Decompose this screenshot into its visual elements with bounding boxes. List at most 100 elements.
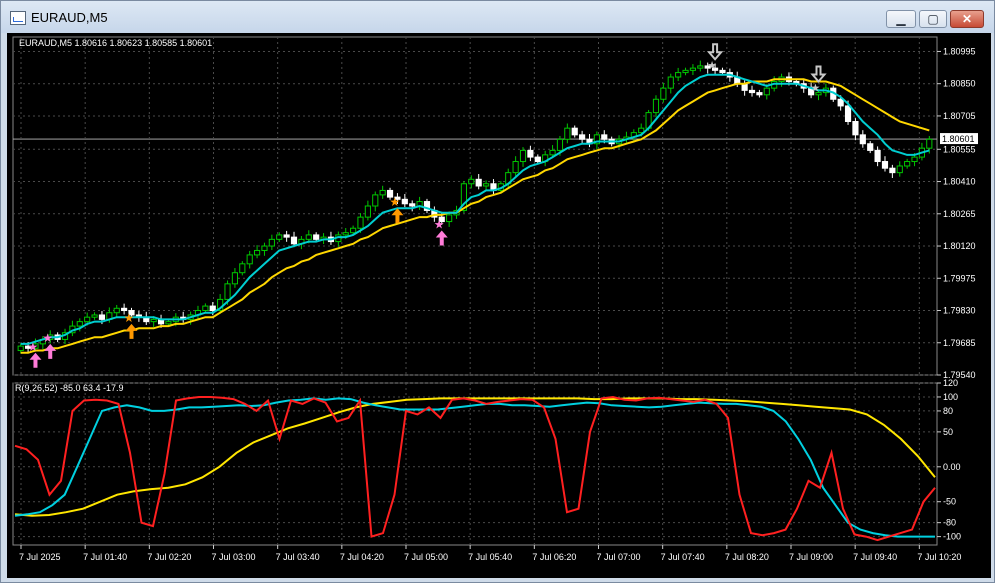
time-tick-label: 7 Jul 09:00 <box>789 552 833 562</box>
candle-body <box>874 149 881 163</box>
candle-body <box>564 127 571 140</box>
candle-body <box>268 238 275 247</box>
candle-body <box>844 105 852 123</box>
time-tick-label: 7 Jul 09:40 <box>853 552 897 562</box>
candle-body <box>748 89 756 94</box>
candle-body <box>239 263 246 274</box>
candle-body <box>571 127 578 136</box>
candle-body <box>305 234 312 240</box>
title-bar[interactable]: EURAUD,M5 ▁ ▢ ✕ <box>1 1 994 33</box>
slow-ma-line <box>20 78 930 354</box>
candle-body <box>350 227 357 234</box>
osc-fast-line <box>14 395 936 542</box>
candle-body <box>313 234 320 240</box>
candle-body <box>881 161 889 169</box>
candle-body <box>837 98 844 107</box>
candlestick-series <box>17 60 933 354</box>
price-tick-label: 1.80555 <box>943 144 976 154</box>
oscillator-lines <box>14 395 936 542</box>
candle-body <box>697 65 704 69</box>
time-tick-label: 7 Jul 05:00 <box>404 552 448 562</box>
sub-info-label: R(9,26,52) -85.0 63.4 -17.9 <box>15 383 124 393</box>
window-title: EURAUD,M5 <box>31 10 108 25</box>
time-tick-label: 7 Jul 02:20 <box>147 552 191 562</box>
buy-arrow-icon <box>44 343 57 359</box>
osc-tick-label: -50 <box>943 497 956 507</box>
signal-star-icon: ★ <box>707 60 717 72</box>
time-tick-label: 7 Jul 03:00 <box>212 552 256 562</box>
osc-tick-label: 120 <box>943 378 958 388</box>
time-tick-label: 7 Jul 2025 <box>19 552 61 562</box>
candle-body <box>867 143 874 151</box>
candle-body <box>756 92 763 96</box>
current-price-tag: 1.80601 <box>940 133 978 145</box>
price-tick-label: 1.80265 <box>943 209 976 219</box>
time-tick-label: 7 Jul 10:20 <box>917 552 961 562</box>
signal-star-icon: ★ <box>124 311 135 325</box>
candle-body <box>579 134 586 140</box>
candle-body <box>682 69 689 74</box>
candle-body <box>253 249 261 256</box>
signal-star-icon: ★ <box>434 217 445 231</box>
price-chart-svg[interactable]: ★★★★★★★ 1.809951.808501.807051.805551.80… <box>7 33 991 578</box>
candle-body <box>689 67 697 71</box>
candle-body <box>549 149 556 156</box>
candle-body <box>150 318 157 323</box>
osc-slow-line <box>14 397 936 517</box>
osc-tick-label: -80 <box>943 518 956 528</box>
candle-body <box>209 305 216 312</box>
chart-grid <box>12 36 938 546</box>
candle-body <box>165 321 172 325</box>
candle-body <box>409 203 416 207</box>
candle-body <box>667 76 674 89</box>
candle-body <box>675 72 682 78</box>
candle-body <box>896 165 903 174</box>
chart-window: EURAUD,M5 ▁ ▢ ✕ ★ ★ ★ ★ ★ ★ ★ 1.80995 1.80850 1.… <box>0 0 995 583</box>
candle-body <box>519 149 527 163</box>
osc-tick-label: 100 <box>943 392 958 402</box>
candle-body <box>17 345 24 352</box>
candle-body <box>357 216 364 229</box>
candle-body <box>926 138 933 149</box>
time-tick-label: 7 Jul 04:20 <box>340 552 384 562</box>
price-tick-label: 1.80410 <box>943 177 976 187</box>
candle-body <box>556 138 564 151</box>
candle-body <box>719 69 726 74</box>
candle-body <box>283 234 290 238</box>
osc-tick-label: 50 <box>943 427 953 437</box>
candle-body <box>482 183 490 187</box>
signal-star-icon: ★ <box>389 195 400 209</box>
candle-body <box>904 161 911 167</box>
signal-star-icon: ★ <box>27 340 38 354</box>
close-button[interactable]: ✕ <box>950 10 984 28</box>
maximize-button[interactable]: ▢ <box>919 10 947 28</box>
candle-body <box>379 189 386 196</box>
time-tick-label: 7 Jul 07:40 <box>661 552 705 562</box>
time-tick-label: 7 Jul 06:20 <box>532 552 576 562</box>
fast-ma-line <box>20 73 930 345</box>
candle-body <box>401 198 408 205</box>
price-tick-label: 1.80995 <box>943 46 976 56</box>
candle-body <box>246 254 253 265</box>
signal-star-icon: ★ <box>42 331 53 345</box>
signal-star-icon: ★ <box>811 82 821 94</box>
candle-body <box>91 314 98 318</box>
candle-body <box>261 245 268 251</box>
osc-tick-label: 80 <box>943 406 953 416</box>
candle-body <box>113 307 120 314</box>
sell-arrow-icon <box>706 43 724 61</box>
candle-body <box>290 236 298 245</box>
chart-window-icon <box>10 11 26 25</box>
osc-signal-line <box>14 397 935 538</box>
candle-body <box>446 214 453 223</box>
minimize-button[interactable]: ▁ <box>886 10 916 28</box>
chart-area[interactable]: ★ ★ ★ ★ ★ ★ ★ 1.80995 1.80850 1.80705 1.80555 1.80… <box>7 33 991 578</box>
candle-body <box>84 316 91 323</box>
time-tick-label: 7 Jul 08:20 <box>725 552 769 562</box>
time-tick-label: 7 Jul 03:40 <box>276 552 320 562</box>
current-price-label: 1.80601 <box>942 134 975 144</box>
candle-body <box>889 167 896 174</box>
candle-body <box>364 205 371 218</box>
candle-body <box>372 194 379 207</box>
price-tick-label: 1.80120 <box>943 241 976 251</box>
